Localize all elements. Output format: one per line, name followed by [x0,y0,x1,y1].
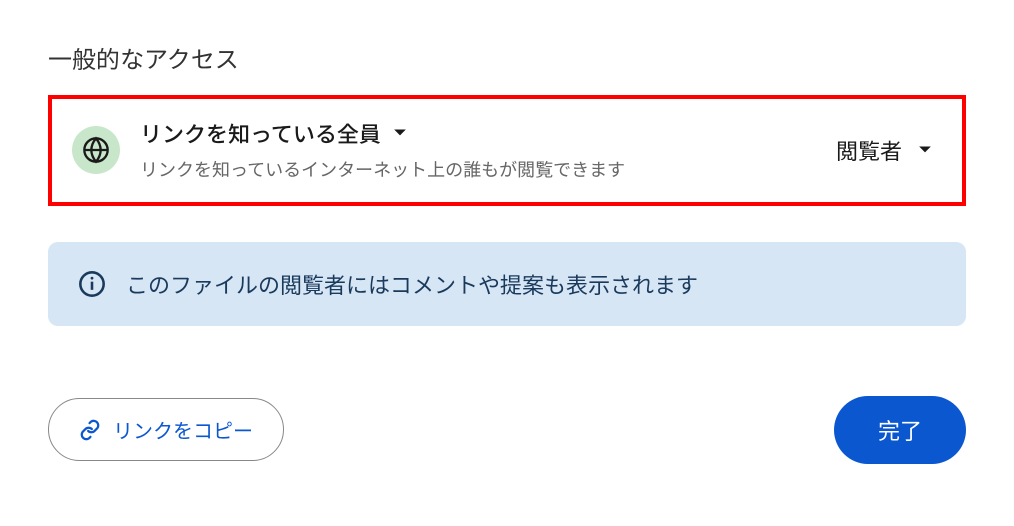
caret-down-icon [918,145,932,155]
access-scope-selector[interactable]: リンクを知っている全員 [140,117,816,149]
access-description: リンクを知っているインターネット上の誰もが閲覧できます [140,155,680,184]
info-message-box: このファイルの閲覧者にはコメントや提案も表示されます [48,242,966,326]
access-main-info: リンクを知っている全員 リンクを知っているインターネット上の誰もが閲覧できます [140,117,816,184]
info-icon [78,270,106,298]
link-icon [79,419,101,441]
role-selector[interactable]: 閲覧者 [836,134,942,166]
general-access-title: 一般的なアクセス [48,40,966,75]
info-text: このファイルの閲覧者にはコメントや提案も表示されます [126,268,698,300]
caret-down-icon [393,128,407,138]
copy-link-label: リンクをコピー [113,415,253,444]
access-scope-label: リンクを知っている全員 [140,117,381,149]
done-button[interactable]: 完了 [834,396,966,464]
access-settings-row: リンクを知っている全員 リンクを知っているインターネット上の誰もが閲覧できます … [48,95,966,206]
globe-icon [72,126,120,174]
dialog-footer: リンクをコピー 完了 [48,396,966,464]
role-label: 閲覧者 [836,134,902,166]
copy-link-button[interactable]: リンクをコピー [48,398,284,461]
